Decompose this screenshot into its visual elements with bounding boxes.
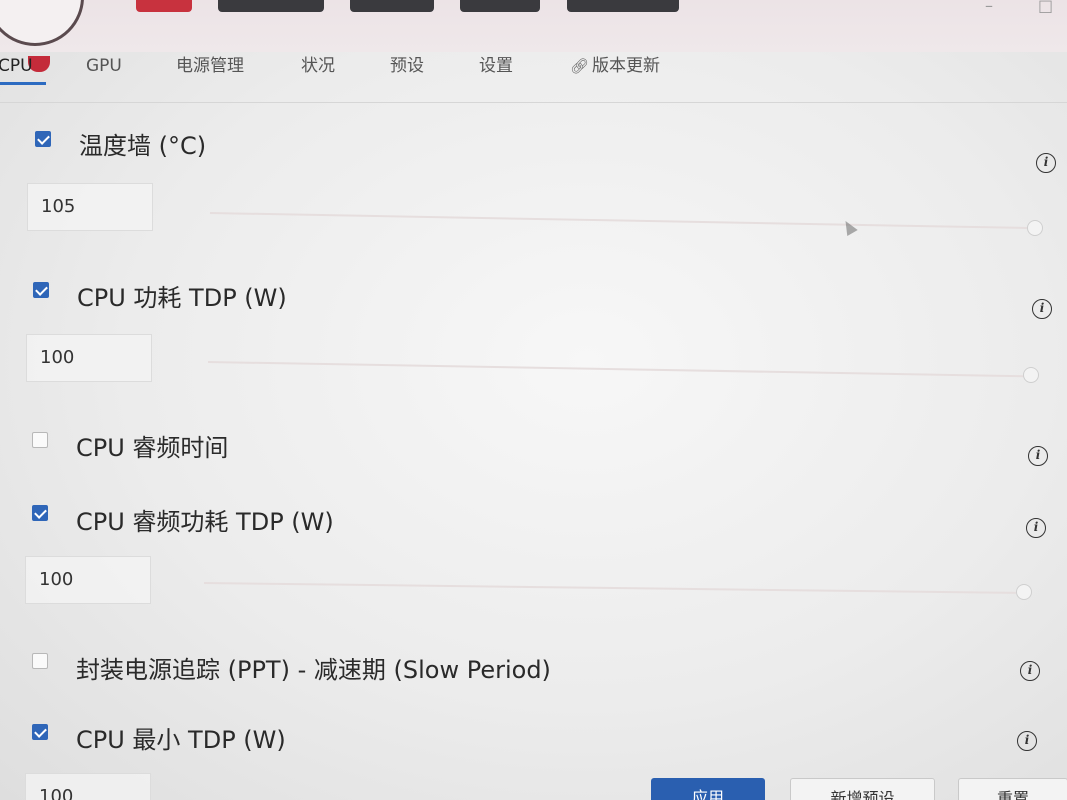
cpu-min-tdp-checkbox[interactable] [32, 724, 48, 740]
cpu-boost-tdp-slider-thumb[interactable] [1016, 584, 1032, 600]
minimize-icon[interactable]: – [985, 0, 993, 15]
info-icon[interactable]: i [1028, 446, 1048, 466]
tab-version-update[interactable]: 🔗︎ 版本更新 [570, 52, 660, 102]
cpu-tdp-checkbox[interactable] [33, 282, 49, 298]
setting-label: CPU 最小 TDP (W) [76, 726, 286, 754]
setting-label: CPU 睿频时间 [76, 434, 229, 462]
temperature-limit-slider-thumb[interactable] [1027, 220, 1043, 236]
mouse-cursor-icon [840, 217, 858, 237]
setting-label: CPU 功耗 TDP (W) [77, 284, 287, 312]
tab-power-management[interactable]: 电源管理 [176, 52, 244, 102]
cpu-boost-tdp-input[interactable]: 100 [25, 556, 151, 604]
info-icon[interactable]: i [1036, 153, 1056, 173]
info-icon[interactable]: i [1017, 731, 1037, 751]
app-window: – □ CPU GPU 电源管理 状况 预设 设置 🔗︎ 版本更新 温度墙 (°C… [0, 0, 1067, 800]
cpu-min-tdp-input[interactable]: 100 [25, 773, 151, 800]
cpu-boost-tdp-checkbox[interactable] [32, 505, 48, 521]
cpu-tdp-slider-thumb[interactable] [1023, 367, 1039, 383]
temperature-limit-slider-track[interactable] [209, 212, 1032, 230]
temperature-limit-input[interactable]: 105 [27, 183, 153, 231]
reset-button[interactable]: 重置 [958, 778, 1067, 800]
tab-settings[interactable]: 设置 [479, 52, 513, 102]
link-icon: 🔗︎ [570, 57, 590, 75]
tab-cpu[interactable]: CPU [0, 52, 33, 102]
maximize-icon[interactable]: □ [1038, 0, 1053, 15]
tab-label: 电源管理 [176, 56, 244, 76]
cpu-tdp-slider-track[interactable] [207, 361, 1024, 378]
active-tab-indicator [0, 82, 46, 85]
temperature-limit-checkbox[interactable] [35, 131, 51, 147]
setting-label: CPU 睿频功耗 TDP (W) [76, 508, 334, 536]
header-button-3[interactable] [460, 0, 540, 12]
tab-label: GPU [86, 56, 122, 76]
ppt-slow-period-checkbox[interactable] [32, 653, 48, 669]
info-icon[interactable]: i [1020, 661, 1040, 681]
tab-status[interactable]: 状况 [301, 52, 335, 102]
header-button-4[interactable] [567, 0, 679, 12]
header-button-red[interactable] [136, 0, 192, 12]
cpu-boost-time-checkbox[interactable] [32, 432, 48, 448]
setting-label: 温度墙 (°C) [79, 132, 207, 160]
cpu-tdp-input[interactable]: 100 [26, 334, 152, 382]
cpu-boost-tdp-slider-track[interactable] [203, 582, 1016, 594]
tab-label: 版本更新 [592, 56, 661, 76]
app-header: – □ [0, 0, 1067, 72]
tab-label: 预设 [390, 56, 424, 76]
tab-label: 状况 [301, 56, 335, 76]
app-logo [0, 0, 84, 46]
info-icon[interactable]: i [1032, 299, 1052, 319]
add-preset-button[interactable]: 新增预设 [790, 778, 935, 800]
tab-bar: CPU GPU 电源管理 状况 预设 设置 🔗︎ 版本更新 [0, 52, 1067, 103]
setting-label: 封装电源追踪 (PPT) - 减速期 (Slow Period) [76, 656, 551, 684]
info-icon[interactable]: i [1026, 518, 1046, 538]
header-button-1[interactable] [218, 0, 324, 12]
tab-presets[interactable]: 预设 [390, 52, 424, 102]
tab-label: CPU [0, 56, 33, 76]
header-button-2[interactable] [350, 0, 434, 12]
apply-button[interactable]: 应用 [651, 778, 765, 800]
tab-gpu[interactable]: GPU [86, 52, 122, 102]
tab-label: 设置 [479, 56, 513, 76]
